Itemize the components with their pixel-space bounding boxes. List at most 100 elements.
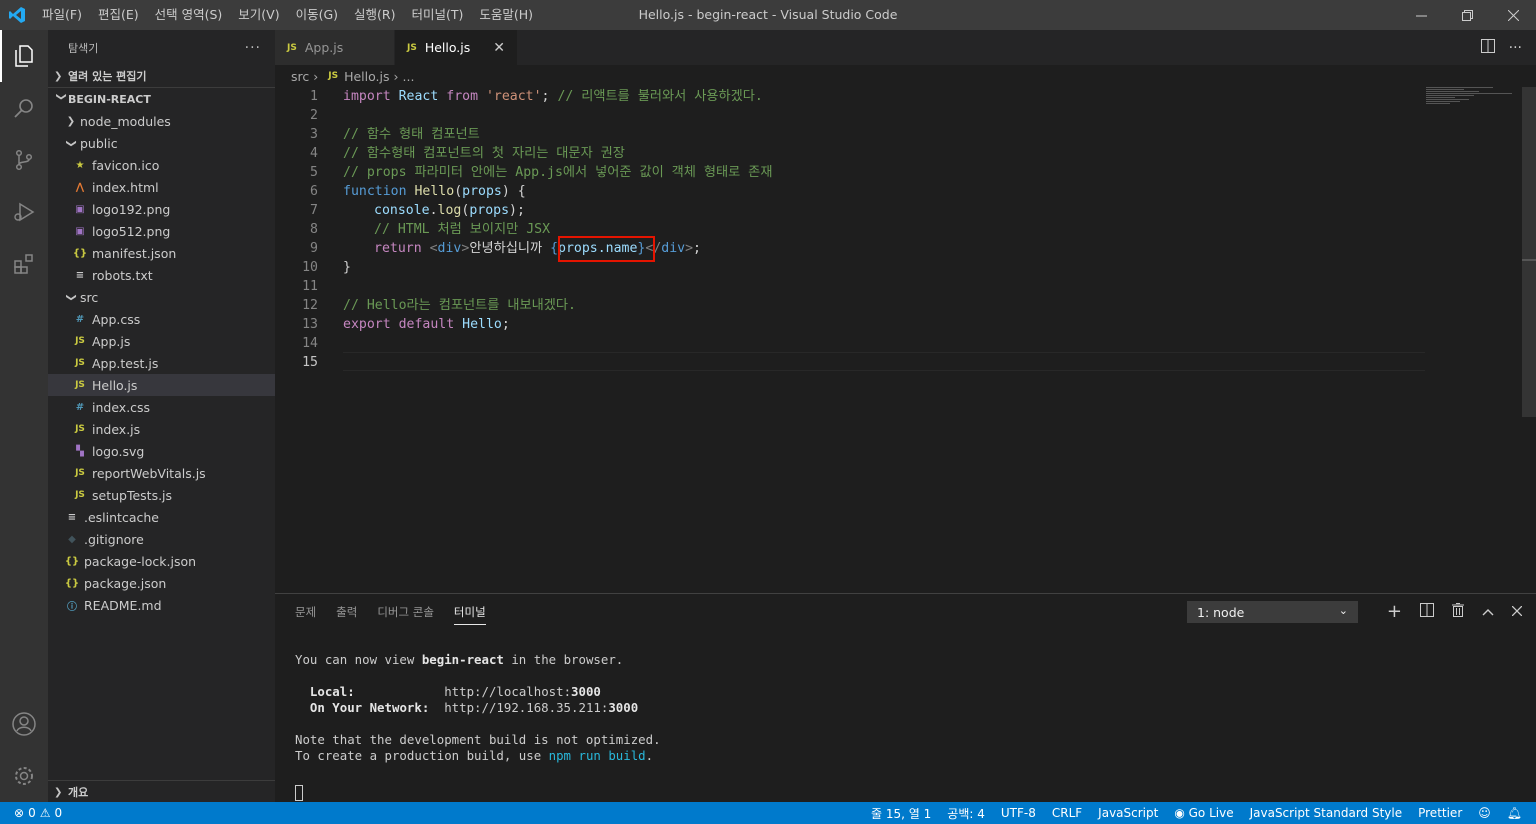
breadcrumb-more[interactable]: ... bbox=[403, 69, 415, 84]
standard-style-status[interactable]: JavaScript Standard Style bbox=[1250, 806, 1403, 820]
tab-output[interactable]: 출력 bbox=[336, 604, 357, 620]
tree-file-index-js[interactable]: JS index.js bbox=[48, 418, 275, 440]
tab-app-js[interactable]: JS App.js bbox=[275, 30, 395, 65]
favicon-file-icon: ★ bbox=[75, 159, 85, 171]
tree-file-robots-txt[interactable]: ≡ robots.txt bbox=[48, 264, 275, 286]
restore-button[interactable] bbox=[1444, 0, 1490, 30]
chevron-right-icon: ❯ bbox=[54, 786, 63, 798]
prettier-status[interactable]: Prettier bbox=[1418, 806, 1462, 820]
tree-file-gitignore[interactable]: ◆ .gitignore bbox=[48, 528, 275, 550]
tree-file-package-lock-json[interactable]: {} package-lock.json bbox=[48, 550, 275, 572]
indentation[interactable]: 공백: 4 bbox=[947, 805, 985, 822]
project-section[interactable]: ❯ BEGIN-REACT bbox=[48, 88, 275, 110]
line-number: 3 bbox=[310, 127, 318, 142]
menu-view[interactable]: 보기(V) bbox=[230, 0, 287, 30]
maximize-panel-chevron-up-icon[interactable] bbox=[1482, 604, 1494, 620]
tab-debug-console[interactable]: 디버그 콘솔 bbox=[377, 604, 434, 620]
split-terminal-icon[interactable] bbox=[1420, 602, 1434, 621]
tree-file-manifest-json[interactable]: {} manifest.json bbox=[48, 242, 275, 264]
tree-item-label: setupTests.js bbox=[92, 487, 173, 503]
line-number: 9 bbox=[310, 241, 318, 256]
extensions-icon[interactable] bbox=[0, 238, 48, 290]
breadcrumb-file[interactable]: Hello.js bbox=[344, 69, 389, 84]
tree-file-index-html[interactable]: ⋀ index.html bbox=[48, 176, 275, 198]
js-file-icon: JS bbox=[75, 380, 85, 390]
minimize-button[interactable] bbox=[1398, 0, 1444, 30]
menu-help[interactable]: 도움말(H) bbox=[471, 0, 541, 30]
warning-count: 0 bbox=[54, 806, 63, 820]
menu-selection[interactable]: 선택 영역(S) bbox=[147, 0, 231, 30]
close-window-button[interactable] bbox=[1490, 0, 1536, 30]
trash-icon[interactable] bbox=[1452, 602, 1464, 621]
cursor-position[interactable]: 줄 15, 열 1 bbox=[871, 805, 931, 822]
menu-run[interactable]: 실행(R) bbox=[346, 0, 403, 30]
js-file-icon: JS bbox=[75, 358, 85, 368]
tree-file-readme-md[interactable]: ⓘ README.md bbox=[48, 594, 275, 616]
feedback-icon[interactable]: ☺ bbox=[1478, 806, 1491, 820]
search-icon[interactable] bbox=[0, 82, 48, 134]
tree-item-label: node_modules bbox=[80, 113, 171, 129]
menu-go[interactable]: 이동(G) bbox=[288, 0, 346, 30]
tree-file-app-css[interactable]: # App.css bbox=[48, 308, 275, 330]
settings-gear-icon[interactable] bbox=[0, 750, 48, 802]
tree-file-logo192-png[interactable]: ▣ logo192.png bbox=[48, 198, 275, 220]
editor-scrollbar[interactable] bbox=[1522, 87, 1536, 417]
info-file-icon: ⓘ bbox=[67, 601, 77, 613]
problems-status[interactable]: ⊗ 0 ⚠ 0 bbox=[0, 806, 62, 820]
tab-problems[interactable]: 문제 bbox=[295, 604, 316, 620]
tree-file-hello-js[interactable]: JS Hello.js bbox=[48, 374, 275, 396]
encoding[interactable]: UTF-8 bbox=[1001, 806, 1036, 820]
tree-folder-node-modules[interactable]: ❯ node_modules bbox=[48, 110, 275, 132]
bell-icon[interactable]: 🔔︎ bbox=[1507, 806, 1522, 820]
close-panel-icon[interactable] bbox=[1511, 604, 1523, 620]
terminal-output[interactable]: You can now view begin-react in the brow… bbox=[295, 652, 661, 764]
tab-hello-js[interactable]: JS Hello.js ✕ bbox=[395, 30, 518, 65]
title-bar: 파일(F) 편집(E) 선택 영역(S) 보기(V) 이동(G) 실행(R) 터… bbox=[0, 0, 1536, 30]
more-actions-icon[interactable]: ··· bbox=[1509, 40, 1522, 56]
chevron-right-icon: ❯ bbox=[54, 70, 63, 82]
line-number: 15 bbox=[302, 355, 318, 370]
tree-file-logo512-png[interactable]: ▣ logo512.png bbox=[48, 220, 275, 242]
new-terminal-plus-icon[interactable]: + bbox=[1387, 601, 1402, 622]
language-mode[interactable]: JavaScript bbox=[1098, 806, 1158, 820]
menu-file[interactable]: 파일(F) bbox=[34, 0, 90, 30]
code-line: // HTML 처럼 보이지만 JSX bbox=[374, 222, 551, 237]
tree-file-logo-svg[interactable]: ▚ logo.svg bbox=[48, 440, 275, 462]
explorer-icon[interactable] bbox=[0, 30, 48, 82]
tree-file-setuptests-js[interactable]: JS setupTests.js bbox=[48, 484, 275, 506]
tree-file-index-css[interactable]: # index.css bbox=[48, 396, 275, 418]
tree-item-label: robots.txt bbox=[92, 267, 153, 283]
tree-file-app-js[interactable]: JS App.js bbox=[48, 330, 275, 352]
code-line: import React from 'react'; // 리액트를 불러와서 … bbox=[343, 89, 763, 104]
tree-item-label: logo192.png bbox=[92, 201, 171, 217]
terminal-select[interactable]: 1: node ⌄ bbox=[1187, 601, 1358, 623]
chevron-right-icon: › bbox=[313, 68, 319, 84]
open-editors-section[interactable]: ❯ 열려 있는 편집기 bbox=[48, 65, 275, 87]
overview-ruler-mark bbox=[1522, 259, 1536, 261]
accounts-icon[interactable] bbox=[0, 698, 48, 750]
source-control-icon[interactable] bbox=[0, 134, 48, 186]
code-editor[interactable]: 1 import React from 'react'; // 리액트를 불러와서… bbox=[275, 87, 1536, 593]
breadcrumb-folder[interactable]: src bbox=[291, 69, 309, 84]
tree-folder-public[interactable]: ❯ public bbox=[48, 132, 275, 154]
tree-file-favicon-ico[interactable]: ★ favicon.ico bbox=[48, 154, 275, 176]
tree-file-eslintcache[interactable]: ≡ .eslintcache bbox=[48, 506, 275, 528]
tree-file-reportwebvitals-js[interactable]: JS reportWebVitals.js bbox=[48, 462, 275, 484]
menu-edit[interactable]: 편집(E) bbox=[90, 0, 147, 30]
tree-folder-src[interactable]: ❯ src bbox=[48, 286, 275, 308]
end-of-line[interactable]: CRLF bbox=[1052, 806, 1082, 820]
line-number: 11 bbox=[302, 279, 318, 294]
close-icon[interactable]: ✕ bbox=[493, 40, 505, 56]
menu-terminal[interactable]: 터미널(T) bbox=[404, 0, 472, 30]
run-debug-icon[interactable] bbox=[0, 186, 48, 238]
tree-file-package-json[interactable]: {} package.json bbox=[48, 572, 275, 594]
go-live-button[interactable]: ◉ Go Live bbox=[1174, 806, 1233, 820]
more-actions-icon[interactable]: ··· bbox=[245, 40, 261, 56]
minimap[interactable] bbox=[1426, 87, 1522, 111]
outline-section[interactable]: ❯ 개요 bbox=[48, 781, 275, 803]
tree-file-app-test-js[interactable]: JS App.test.js bbox=[48, 352, 275, 374]
tab-terminal[interactable]: 터미널 bbox=[453, 604, 486, 625]
json-file-icon: {} bbox=[72, 247, 88, 259]
explorer-sidebar: 탐색기 ··· ❯ 열려 있는 편집기 ❯ BEGIN-REACT ❯ node_… bbox=[48, 30, 275, 802]
split-editor-icon[interactable] bbox=[1480, 38, 1495, 57]
